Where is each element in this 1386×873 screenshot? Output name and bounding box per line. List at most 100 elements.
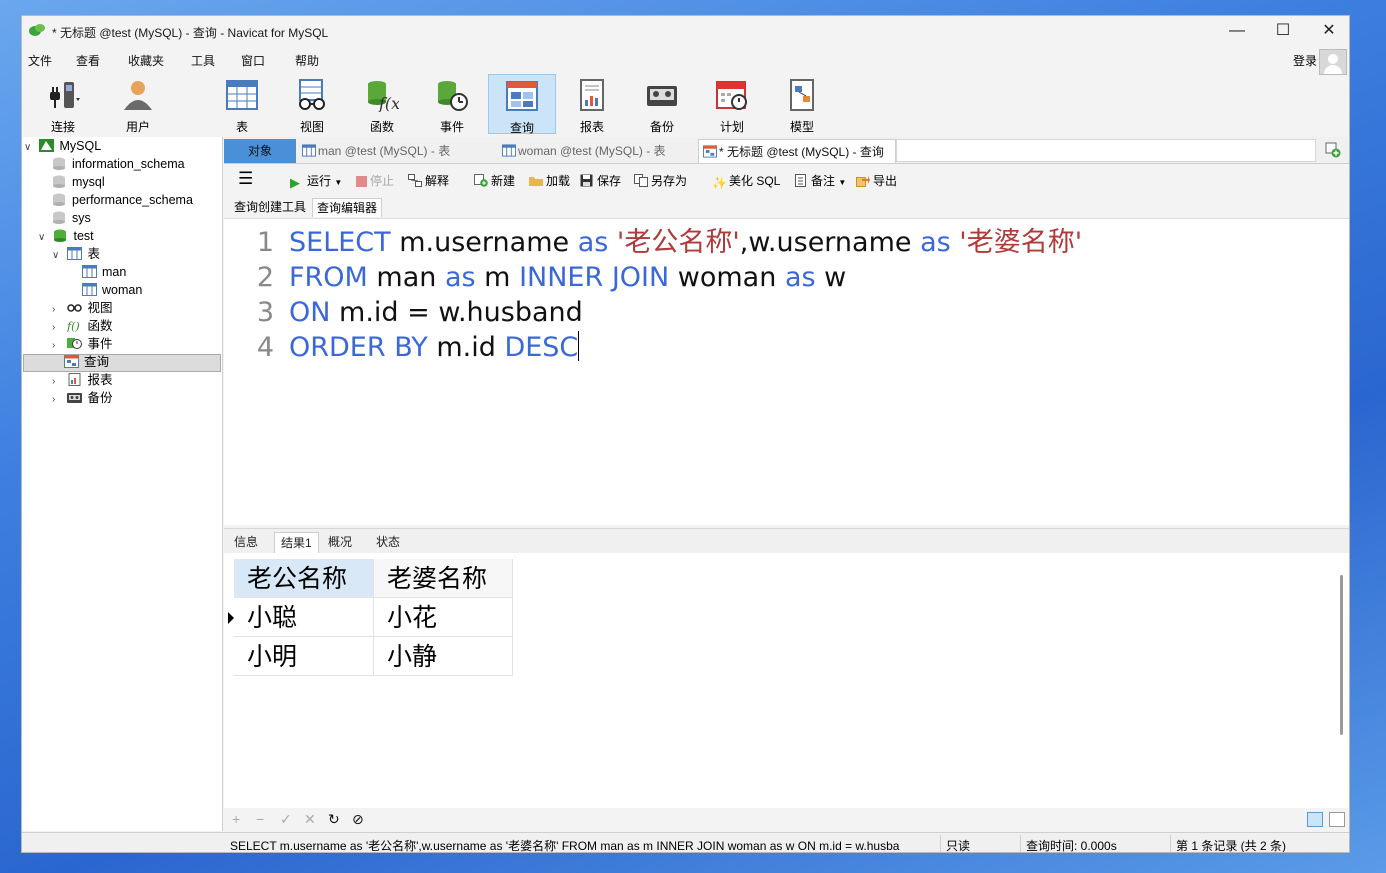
tree-node-functions[interactable]: › f() 函数 (52, 317, 113, 335)
tree-label: 表 (87, 247, 100, 261)
discard-changes-icon[interactable]: ✕ (304, 811, 316, 828)
load-button[interactable]: 加载 (529, 172, 570, 189)
chevron-right-icon[interactable]: › (52, 337, 64, 355)
table-icon (82, 283, 97, 296)
table-cell[interactable]: 小花 (374, 598, 513, 637)
tree-node-reports[interactable]: › 报表 (52, 371, 113, 389)
sql-line[interactable]: 2 FROM man as m INNER JOIN woman as w (224, 260, 846, 295)
sql-editor[interactable]: 1 SELECT m.username as '老公名称',w.username … (224, 218, 1349, 525)
tab-man-table[interactable]: man @test (MySQL) - 表 (298, 139, 496, 163)
grid-view-icon[interactable] (1307, 812, 1323, 827)
toolbar-backup-button[interactable]: 备份 (628, 74, 696, 134)
stop-button[interactable]: 停止 (356, 172, 394, 189)
stop-loading-icon[interactable]: ⊘ (352, 811, 364, 828)
form-view-icon[interactable] (1329, 812, 1345, 827)
toolbar-query-button[interactable]: 查询 (488, 74, 556, 135)
tab-objects[interactable]: 对象 (224, 139, 296, 163)
tree-node-tables[interactable]: ∨ 表 (52, 245, 100, 263)
tab-result-1[interactable]: 结果1 (274, 532, 319, 553)
tree-node-mysql-db[interactable]: mysql (52, 173, 105, 191)
tree-node-queries[interactable]: 查询 (64, 353, 109, 371)
tree-node-events[interactable]: › 事件 (52, 335, 113, 353)
save-button[interactable]: 保存 (580, 172, 621, 189)
tree-node-views[interactable]: › 视图 (52, 299, 113, 317)
tree-node-sys[interactable]: sys (52, 209, 91, 227)
menu-tools[interactable]: 工具 (191, 52, 215, 69)
toolbar-view-button[interactable]: 视图 (278, 74, 346, 134)
grid-toolbar: + − ✓ ✕ ↻ ⊘ (224, 809, 1349, 831)
tree-node-mysql[interactable]: ∨ MySQL (24, 137, 101, 155)
model-icon (790, 79, 814, 111)
database-gray-icon (53, 175, 65, 188)
toolbar-connect-button[interactable]: 连接 (29, 74, 97, 134)
table-cell[interactable]: 小静 (374, 637, 513, 676)
beautify-sql-button[interactable]: ✨ 美化 SQL (712, 172, 780, 190)
chevron-down-icon[interactable]: ▼ (334, 178, 342, 187)
sql-line[interactable]: 1 SELECT m.username as '老公名称',w.username … (224, 225, 1082, 260)
tab-query-editor[interactable]: 查询编辑器 (312, 198, 383, 217)
chevron-down-icon[interactable]: ∨ (52, 247, 64, 265)
save-as-button[interactable]: 另存为 (634, 172, 687, 189)
tree-node-table-woman[interactable]: woman (82, 281, 142, 299)
toolbar-schedule-button[interactable]: 计划 (698, 74, 766, 134)
note-button[interactable]: 备注 ▼ (794, 172, 846, 189)
toolbar-label: 函数 (369, 120, 394, 134)
menu-view[interactable]: 查看 (76, 52, 100, 69)
tab-info[interactable]: 信息 (228, 532, 264, 552)
tree-node-information-schema[interactable]: information_schema (52, 155, 185, 173)
sql-keyword: DESC (504, 332, 579, 363)
sql-line[interactable]: 3 ON m.id = w.husband (224, 295, 583, 330)
tree-node-backups[interactable]: › 备份 (52, 389, 113, 407)
chevron-down-icon[interactable]: ∨ (38, 229, 50, 247)
delete-record-icon[interactable]: − (256, 811, 264, 827)
toolbar-user-button[interactable]: 用户 (104, 74, 172, 134)
vertical-scrollbar[interactable] (1340, 575, 1343, 735)
query-icon (703, 145, 717, 158)
tab-untitled-query[interactable]: * 无标题 @test (MySQL) - 查询 (698, 139, 896, 163)
menu-window[interactable]: 窗口 (241, 52, 265, 69)
tab-status[interactable]: 状态 (370, 532, 406, 552)
tree-node-performance-schema[interactable]: performance_schema (52, 191, 193, 209)
stop-icon (356, 176, 367, 187)
table-cell[interactable]: 小明 (234, 637, 374, 676)
column-header[interactable]: 老婆名称 (374, 559, 513, 598)
title-bar: * 无标题 @test (MySQL) - 查询 - Navicat for M… (22, 16, 1349, 46)
tree-label: test (73, 229, 94, 243)
minimize-button[interactable]: — (1214, 16, 1260, 46)
refresh-icon[interactable]: ↻ (328, 811, 340, 828)
schedule-icon (716, 81, 747, 110)
tree-node-test[interactable]: ∨ test (38, 227, 94, 245)
sql-line[interactable]: 4 ORDER BY m.id DESC (224, 330, 580, 365)
menu-file[interactable]: 文件 (28, 52, 52, 69)
menu-favorites[interactable]: 收藏夹 (128, 52, 164, 69)
tab-profile[interactable]: 概况 (322, 532, 358, 552)
column-header[interactable]: 老公名称 (234, 559, 374, 598)
login-link[interactable]: 登录 (1293, 52, 1317, 69)
toolbar-model-button[interactable]: 模型 (768, 74, 836, 134)
menu-help[interactable]: 帮助 (295, 52, 319, 69)
maximize-button[interactable]: ☐ (1260, 16, 1306, 46)
tree-label: sys (72, 211, 91, 225)
tab-query-builder[interactable]: 查询创建工具 (230, 198, 310, 216)
table-cell[interactable]: 小聪 (234, 598, 374, 637)
explain-button[interactable]: 解释 (408, 172, 449, 189)
chevron-down-icon[interactable]: ∨ (24, 139, 36, 157)
toolbar-label: 表 (235, 120, 248, 134)
add-record-icon[interactable]: + (232, 811, 240, 827)
run-button[interactable]: ▶ 运行 ▼ (290, 172, 342, 190)
hamburger-menu-icon[interactable]: ☰ (238, 169, 253, 189)
close-button[interactable]: ✕ (1306, 16, 1349, 46)
toolbar-report-button[interactable]: 报表 (558, 74, 626, 134)
connect-plug-icon (50, 82, 80, 108)
new-tab-icon[interactable] (1325, 142, 1341, 158)
toolbar-function-button[interactable]: f(x) 函数 (348, 74, 416, 134)
new-button[interactable]: 新建 (474, 172, 515, 189)
tab-woman-table[interactable]: woman @test (MySQL) - 表 (498, 139, 696, 163)
toolbar-table-button[interactable]: 表 (208, 74, 276, 134)
tree-node-table-man[interactable]: man (82, 263, 126, 281)
chevron-down-icon[interactable]: ▼ (838, 178, 846, 187)
toolbar-event-button[interactable]: 事件 (418, 74, 486, 134)
apply-changes-icon[interactable]: ✓ (280, 811, 292, 828)
chevron-right-icon[interactable]: › (52, 391, 64, 409)
export-button[interactable]: 导出 (856, 172, 897, 189)
